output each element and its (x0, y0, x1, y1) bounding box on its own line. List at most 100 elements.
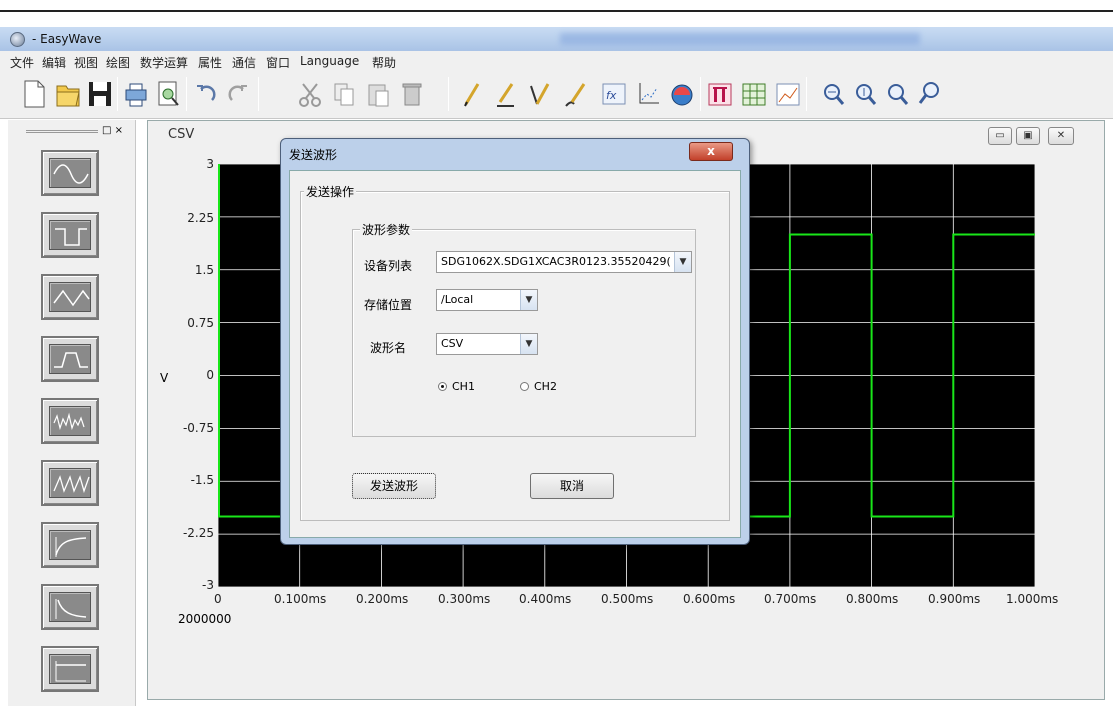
triangle-wave-button[interactable] (41, 274, 99, 320)
y-tick-label: 3 (206, 157, 214, 171)
x-tick-label: 0.200ms (356, 592, 409, 606)
zoom-y-icon[interactable] (852, 78, 880, 110)
app-icon (10, 32, 25, 47)
zoom-out-icon[interactable] (884, 78, 912, 110)
minimize-button[interactable]: ▭ (988, 127, 1012, 145)
send-waveform-button[interactable]: 发送波形 (352, 473, 436, 499)
storage-location-select[interactable]: /Local ▼ (436, 289, 538, 311)
menu-window[interactable]: 窗口 (266, 54, 290, 71)
panel-grip[interactable] (26, 130, 98, 133)
menu-math[interactable]: 数学运算 (140, 54, 188, 71)
pencil-icon[interactable] (458, 78, 486, 110)
ch1-radio[interactable]: CH1 (438, 380, 475, 393)
menu-help[interactable]: 帮助 (372, 54, 396, 71)
sawtooth-wave-button[interactable] (41, 460, 99, 506)
document-title: CSV (168, 127, 195, 142)
y-tick-label: 0.75 (187, 316, 214, 330)
top-divider-line (0, 10, 1113, 12)
noise-wave-button[interactable] (41, 398, 99, 444)
dialog-title: 发送波形 (289, 148, 338, 162)
sine-wave-button[interactable] (41, 150, 99, 196)
print-preview-icon[interactable] (154, 78, 182, 110)
close-button[interactable]: ✕ (1048, 127, 1074, 145)
menu-communication[interactable]: 通信 (232, 54, 256, 71)
x-tick-label: 0.500ms (601, 592, 654, 606)
dc-wave-icon (55, 661, 86, 682)
ch1-label: CH1 (452, 380, 475, 393)
cut-icon[interactable] (296, 78, 324, 110)
y-tick-label: -2.25 (182, 526, 214, 540)
copy-icon[interactable] (330, 78, 358, 110)
exp-rise-button[interactable] (41, 522, 99, 568)
save-icon[interactable] (86, 78, 114, 110)
sine-wave-icon (53, 164, 89, 184)
exp-rise-icon (55, 537, 87, 557)
function-icon[interactable]: fx (600, 78, 628, 110)
new-file-icon[interactable] (20, 78, 48, 110)
exp-fall-icon (55, 599, 87, 619)
delete-icon[interactable] (398, 78, 426, 110)
menu-draw[interactable]: 绘图 (106, 54, 130, 71)
pulse-wave-icon (54, 352, 88, 368)
bar-chart-icon[interactable] (706, 78, 734, 110)
storage-location-value: /Local (441, 293, 474, 306)
waveform-panel: □ × (8, 120, 136, 706)
chart-icon[interactable] (774, 78, 802, 110)
grid-icon[interactable] (740, 78, 768, 110)
menu-properties[interactable]: 属性 (198, 54, 222, 71)
toolbar-separator (258, 77, 259, 111)
ch2-radio[interactable]: CH2 (520, 380, 557, 393)
app-title: - EasyWave (32, 32, 102, 46)
line-draw-icon[interactable] (492, 78, 520, 110)
exp-fall-button[interactable] (41, 584, 99, 630)
panel-controls[interactable]: □ × (102, 125, 123, 136)
y-axis-label: V (160, 371, 169, 385)
waveform-name-value: CSV (441, 337, 464, 350)
gauge-icon[interactable] (668, 78, 696, 110)
print-icon[interactable] (122, 78, 150, 110)
menu-file[interactable]: 文件 (10, 54, 34, 71)
radio-checked-icon (438, 382, 447, 391)
freehand-icon[interactable] (562, 78, 590, 110)
x-tick-label: 0.600ms (683, 592, 736, 606)
x-tick-label: 0 (214, 592, 222, 606)
svg-text:fx: fx (606, 89, 617, 102)
waveform-params-label: 波形参数 (360, 221, 413, 238)
x-tick-label: 0.700ms (764, 592, 817, 606)
cancel-button[interactable]: 取消 (530, 473, 614, 499)
ch2-label: CH2 (534, 380, 557, 393)
dialog-close-button[interactable]: x (689, 142, 733, 161)
device-list-select[interactable]: SDG1062X.SDG1XCAC3R0123.35520429( ▼ (436, 251, 692, 273)
triangle-wave-icon (53, 289, 90, 307)
zoom-reset-icon[interactable] (916, 78, 944, 110)
x-scale-label: 2000000 (178, 612, 232, 626)
chevron-down-icon: ▼ (520, 290, 537, 310)
menu-view[interactable]: 视图 (74, 54, 98, 71)
square-wave-icon (55, 228, 87, 246)
open-folder-icon[interactable] (54, 78, 82, 110)
waveform-name-select[interactable]: CSV ▼ (436, 333, 538, 355)
paste-icon[interactable] (364, 78, 392, 110)
y-tick-label: -3 (202, 578, 214, 592)
toolbar-separator (117, 77, 118, 111)
waveform-name-label: 波形名 (370, 341, 407, 355)
x-tick-label: 1.000ms (1006, 592, 1059, 606)
pulse-wave-button[interactable] (41, 336, 99, 382)
x-tick-label: 0.300ms (438, 592, 491, 606)
panel-header: □ × (18, 125, 126, 137)
maximize-button[interactable]: ▣ (1016, 127, 1040, 145)
undo-icon[interactable] (192, 78, 220, 110)
v-draw-icon[interactable] (526, 78, 554, 110)
square-wave-button[interactable] (41, 212, 99, 258)
x-tick-label: 0.100ms (274, 592, 327, 606)
menu-bar: 文件 编辑 视图 绘图 数学运算 属性 通信 窗口 Language 帮助 (0, 51, 1113, 71)
y-tick-label: -0.75 (182, 421, 214, 435)
dialog-body: 发送操作 波形参数 设备列表 SDG1062X.SDG1XCAC3R0123.3… (289, 170, 741, 538)
dc-wave-button[interactable] (41, 646, 99, 692)
chevron-down-icon: ▼ (520, 334, 537, 354)
menu-edit[interactable]: 编辑 (42, 54, 66, 71)
menu-language[interactable]: Language (300, 54, 359, 68)
coordinates-icon[interactable] (634, 78, 662, 110)
redo-icon[interactable] (224, 78, 252, 110)
zoom-in-x-icon[interactable] (820, 78, 848, 110)
